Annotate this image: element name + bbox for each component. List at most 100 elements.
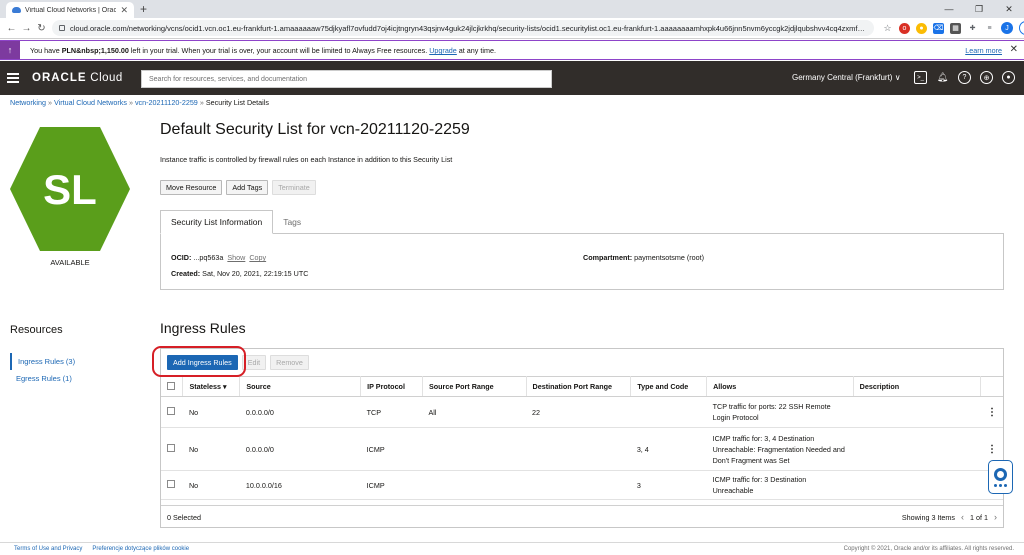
breadcrumb-vcn[interactable]: vcn-20211120-2259: [135, 98, 198, 107]
lifebuoy-icon: [994, 467, 1007, 481]
profile-icon[interactable]: ●: [1002, 71, 1015, 84]
profile-avatar[interactable]: J: [1001, 22, 1013, 34]
add-tags-button[interactable]: Add Tags: [226, 180, 269, 195]
compartment-row: Compartment: paymentsotsme (root): [583, 253, 705, 262]
copyright: Copyright © 2021, Oracle and/or its affi…: [843, 546, 1014, 552]
row-checkbox[interactable]: [167, 443, 175, 452]
reading-list-icon[interactable]: ≡: [984, 23, 995, 34]
trial-banner: ↑ You have PLN&nbsp;1,150.00 left in you…: [0, 40, 1024, 60]
language-globe-icon[interactable]: ⊕: [980, 71, 993, 84]
resources-heading: Resources: [10, 324, 63, 336]
row-checkbox[interactable]: [167, 479, 175, 488]
table-row: No 0.0.0.0/0 ICMP 3, 4 ICMP traffic for:…: [161, 427, 1003, 471]
resource-ingress-rules[interactable]: Ingress Rules (3): [10, 353, 145, 370]
notifications-bell-icon[interactable]: 🔔︎: [936, 71, 949, 84]
maximize-icon[interactable]: ❐: [964, 4, 994, 15]
navigation-menu-icon[interactable]: [7, 73, 19, 85]
cell-type-code: 3, 4: [630, 427, 707, 471]
cell-allows: ICMP traffic for: 3 Destination Unreacha…: [706, 470, 854, 500]
cookie-preferences-link[interactable]: Preferencje dotyczące plików cookie: [92, 546, 189, 552]
table-row: No 0.0.0.0/0 TCP All 22 TCP traffic for …: [161, 396, 1003, 428]
remove-button[interactable]: Remove: [270, 355, 309, 370]
page-footer: Terms of Use and Privacy Preferencje dot…: [0, 542, 1024, 555]
upgrade-link[interactable]: Upgrade: [429, 46, 457, 55]
cell-description: [853, 470, 981, 500]
cloud-shell-icon[interactable]: >_: [914, 71, 927, 84]
header-icons: >_ 🔔︎ ? ⊕ ●: [914, 71, 1015, 84]
back-icon[interactable]: ←: [4, 23, 19, 34]
row-actions-kebab-icon[interactable]: ⋮: [980, 396, 1003, 428]
row-checkbox[interactable]: [167, 406, 175, 415]
cell-destination-port: [526, 427, 631, 471]
tab-tags[interactable]: Tags: [273, 210, 311, 234]
page-indicator: 1 of 1: [970, 512, 988, 522]
browser-tab-strip: Virtual Cloud Networks | Oracle C ✕ + — …: [0, 0, 1024, 18]
close-tab-icon[interactable]: ✕: [120, 5, 128, 16]
cell-source-port: [422, 427, 527, 471]
extension-icon[interactable]: ▦: [950, 22, 961, 34]
column-description: Description: [853, 376, 982, 397]
help-lifebuoy-button[interactable]: [988, 460, 1013, 494]
cell-source: 0.0.0.0/0: [239, 396, 361, 428]
extension-icons: ☆ o ● ⌫ ▦ ✚ ≡ J ⋮: [882, 21, 1024, 35]
browser-menu-icon[interactable]: ⋮: [1019, 21, 1024, 35]
window-controls: — ❐ ✕: [934, 0, 1024, 18]
resources-list: Ingress Rules (3) Egress Rules (1): [10, 353, 145, 387]
table-header-row: Stateless ▾ Source IP Protocol Source Po…: [161, 376, 1003, 397]
search-input[interactable]: Search for resources, services, and docu…: [141, 70, 552, 88]
cell-source: 0.0.0.0/0: [239, 427, 361, 471]
more-dots-icon: [994, 483, 1007, 487]
forward-icon[interactable]: →: [19, 23, 34, 34]
column-source: Source: [239, 376, 362, 397]
security-list-hexagon-icon: SL: [10, 127, 130, 251]
resource-actions: Move Resource Add Tags Terminate: [160, 180, 316, 195]
annotation-highlight-ring: [152, 346, 246, 377]
previous-page-icon[interactable]: ‹: [961, 512, 964, 522]
move-resource-button[interactable]: Move Resource: [160, 180, 223, 195]
cell-source-port: All: [422, 396, 527, 428]
rules-table: Stateless ▾ Source IP Protocol Source Po…: [161, 376, 1003, 500]
extensions-puzzle-icon[interactable]: ✚: [967, 23, 978, 34]
cell-description: [853, 396, 981, 428]
browser-toolbar: ← → ↻ cloud.oracle.com/networking/vcns/o…: [0, 18, 1024, 39]
tab-security-list-information[interactable]: Security List Information: [160, 210, 274, 234]
new-tab-icon[interactable]: +: [140, 2, 147, 16]
terminate-button[interactable]: Terminate: [272, 180, 316, 195]
terms-link[interactable]: Terms of Use and Privacy: [14, 546, 82, 552]
cell-source-port: [422, 470, 527, 500]
cell-protocol: TCP: [360, 396, 423, 428]
created-row: Created: Sat, Nov 20, 2021, 22:19:15 UTC: [171, 269, 309, 278]
pagination: Showing 3 Items ‹ 1 of 1 ›: [902, 512, 997, 522]
select-all-checkbox[interactable]: [167, 381, 175, 390]
cell-stateless: No: [182, 396, 240, 428]
browser-tab[interactable]: Virtual Cloud Networks | Oracle C ✕: [6, 2, 134, 18]
page-title: Default Security List for vcn-20211120-2…: [160, 121, 470, 138]
oracle-cloud-logo[interactable]: ORACLE Cloud: [32, 72, 123, 84]
information-panel: OCID: ...pq563a Show Copy Created: Sat, No…: [160, 233, 1004, 290]
breadcrumb-vcns[interactable]: Virtual Cloud Networks: [54, 98, 127, 107]
column-destination-port-range: Destination Port Range: [526, 376, 632, 397]
close-window-icon[interactable]: ✕: [994, 4, 1024, 15]
close-banner-icon[interactable]: ✕: [1010, 44, 1018, 55]
resource-egress-rules[interactable]: Egress Rules (1): [10, 370, 145, 387]
show-ocid-link[interactable]: Show: [227, 253, 245, 262]
reload-icon[interactable]: ↻: [34, 23, 49, 34]
extension-icon[interactable]: o: [899, 22, 910, 34]
copy-ocid-link[interactable]: Copy: [249, 253, 266, 262]
cell-stateless: No: [182, 470, 240, 500]
learn-more-link[interactable]: Learn more: [965, 46, 1002, 55]
cloud-favicon-icon: [12, 7, 21, 13]
selected-count: 0 Selected: [167, 513, 201, 522]
extension-icon[interactable]: ⌫: [933, 22, 944, 34]
minimize-icon[interactable]: —: [934, 4, 964, 14]
address-bar[interactable]: cloud.oracle.com/networking/vcns/ocid1.v…: [52, 20, 874, 36]
ingress-rules-heading: Ingress Rules: [160, 320, 246, 336]
help-icon[interactable]: ?: [958, 71, 971, 84]
breadcrumb-networking[interactable]: Networking: [10, 98, 46, 107]
region-selector[interactable]: Germany Central (Frankfurt) ∨: [792, 73, 901, 82]
ingress-rules-table: Add Ingress Rules Edit Remove Stateless …: [160, 348, 1004, 528]
column-stateless[interactable]: Stateless ▾: [182, 376, 241, 397]
next-page-icon[interactable]: ›: [994, 512, 997, 522]
extension-icon[interactable]: ●: [916, 22, 927, 34]
bookmark-star-icon[interactable]: ☆: [882, 23, 893, 34]
